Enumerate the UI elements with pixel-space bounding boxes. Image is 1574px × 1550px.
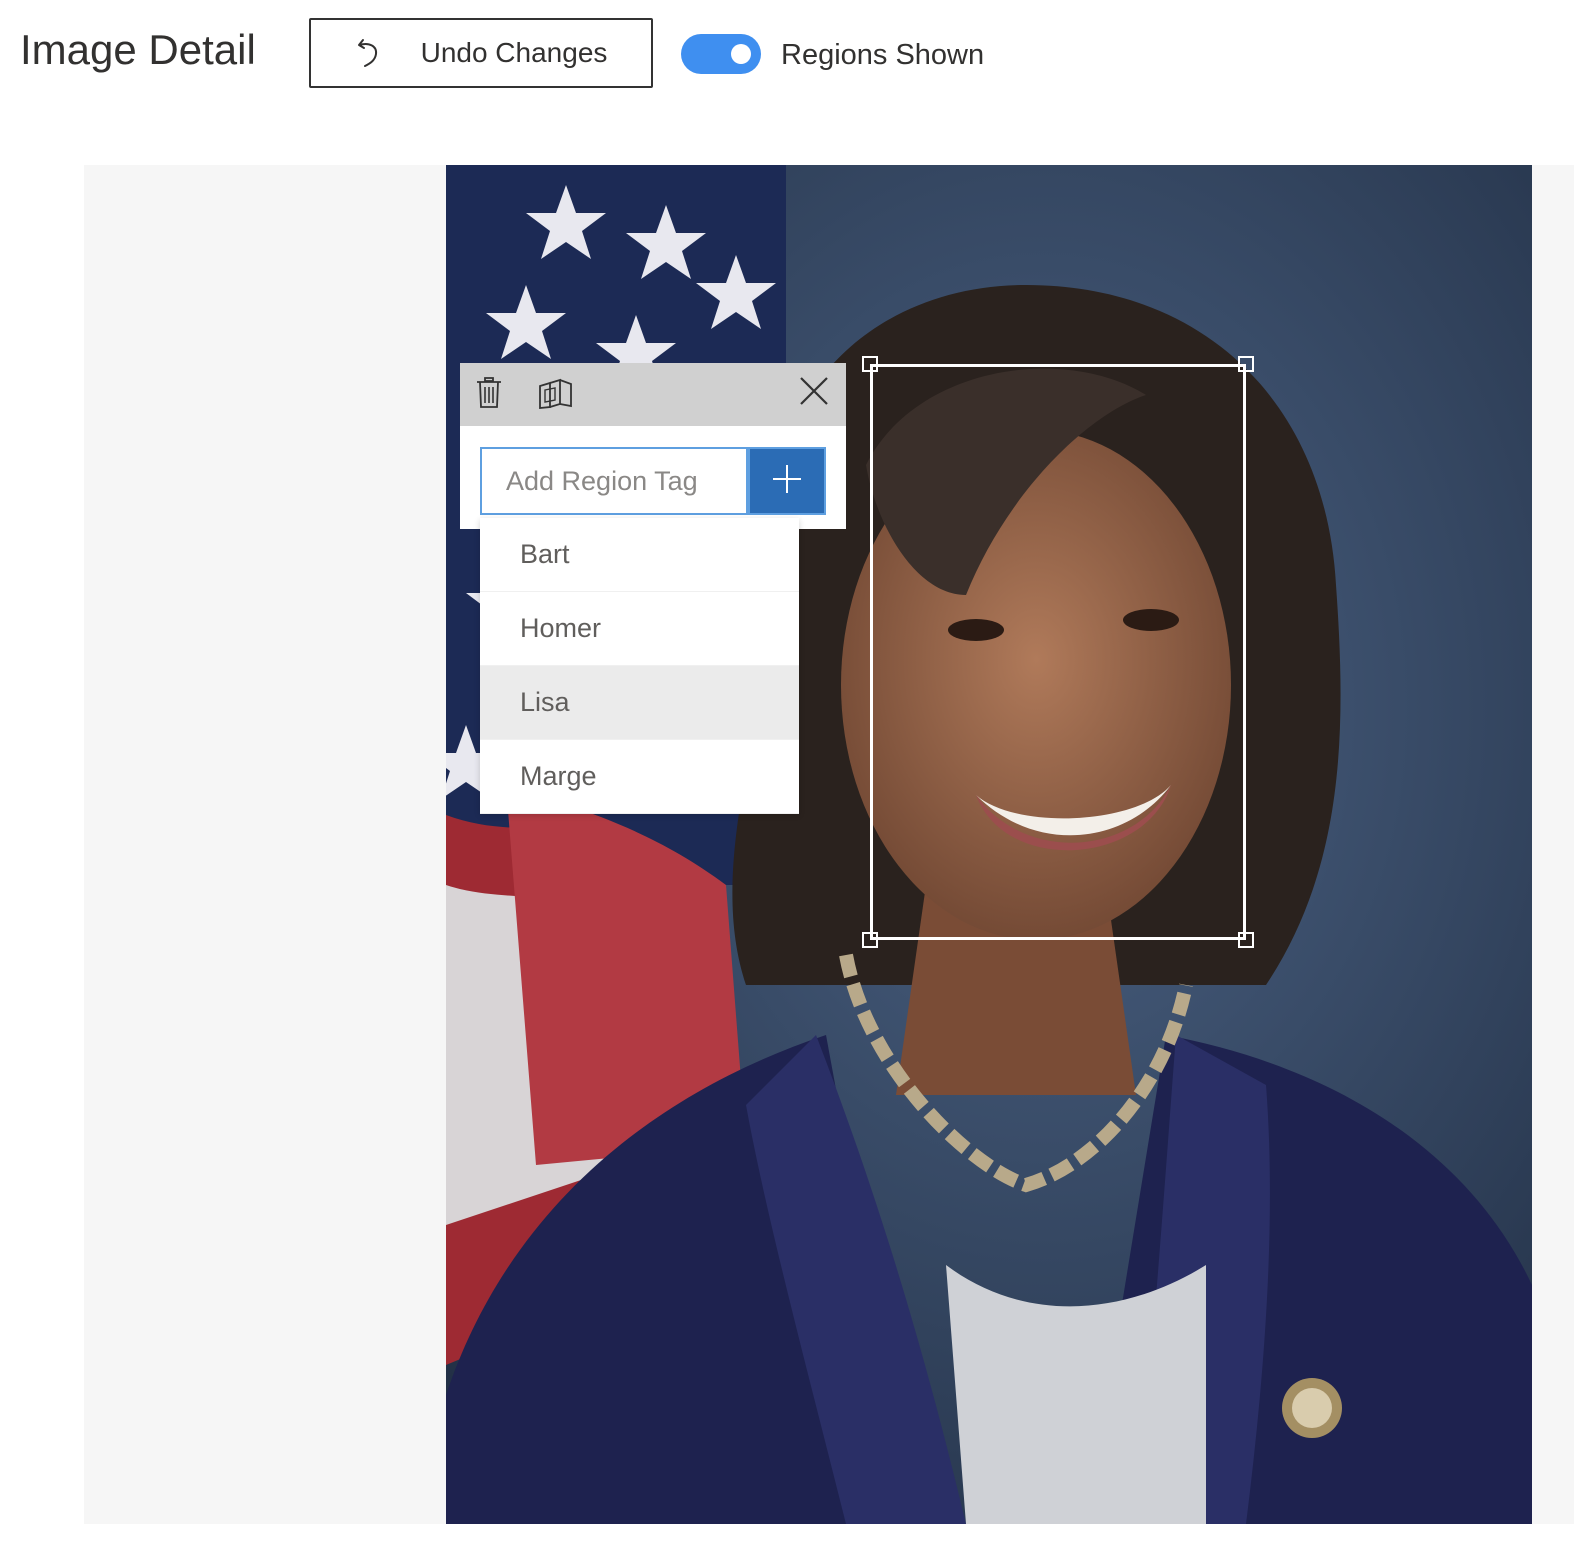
copy-regions-button[interactable] — [536, 377, 576, 415]
regions-shown-toggle[interactable] — [681, 34, 761, 74]
region-tag-panel — [460, 363, 846, 529]
region-tag-input-group — [480, 447, 826, 515]
tag-suggestions-dropdown: Bart Homer Lisa Marge — [480, 518, 799, 814]
copy-regions-icon — [538, 378, 574, 415]
resize-handle-bottom-right[interactable] — [1238, 932, 1254, 948]
add-region-tag-input[interactable] — [480, 447, 748, 515]
close-panel-button[interactable] — [796, 375, 832, 411]
resize-handle-top-left[interactable] — [862, 356, 878, 372]
plus-icon — [771, 463, 803, 500]
resize-handle-top-right[interactable] — [1238, 356, 1254, 372]
close-icon — [799, 376, 829, 411]
delete-region-button[interactable] — [472, 375, 506, 413]
tag-suggestion-item[interactable]: Homer — [480, 592, 799, 666]
resize-handle-bottom-left[interactable] — [862, 932, 878, 948]
toggle-knob — [731, 44, 751, 64]
undo-changes-label: Undo Changes — [420, 37, 608, 68]
page-title: Image Detail — [20, 26, 256, 73]
trash-icon — [475, 375, 503, 414]
header-bar: Image Detail Undo Changes Regions Shown — [0, 0, 1574, 110]
region-panel-toolbar — [460, 363, 846, 426]
tag-suggestion-item[interactable]: Bart — [480, 518, 799, 592]
undo-icon — [355, 36, 385, 70]
add-tag-button[interactable] — [748, 447, 826, 515]
tag-suggestion-item[interactable]: Marge — [480, 740, 799, 814]
undo-changes-button[interactable]: Undo Changes — [309, 18, 653, 88]
face-region-box[interactable] — [862, 356, 1254, 948]
regions-shown-label: Regions Shown — [781, 39, 985, 71]
tag-suggestion-item[interactable]: Lisa — [480, 666, 799, 740]
